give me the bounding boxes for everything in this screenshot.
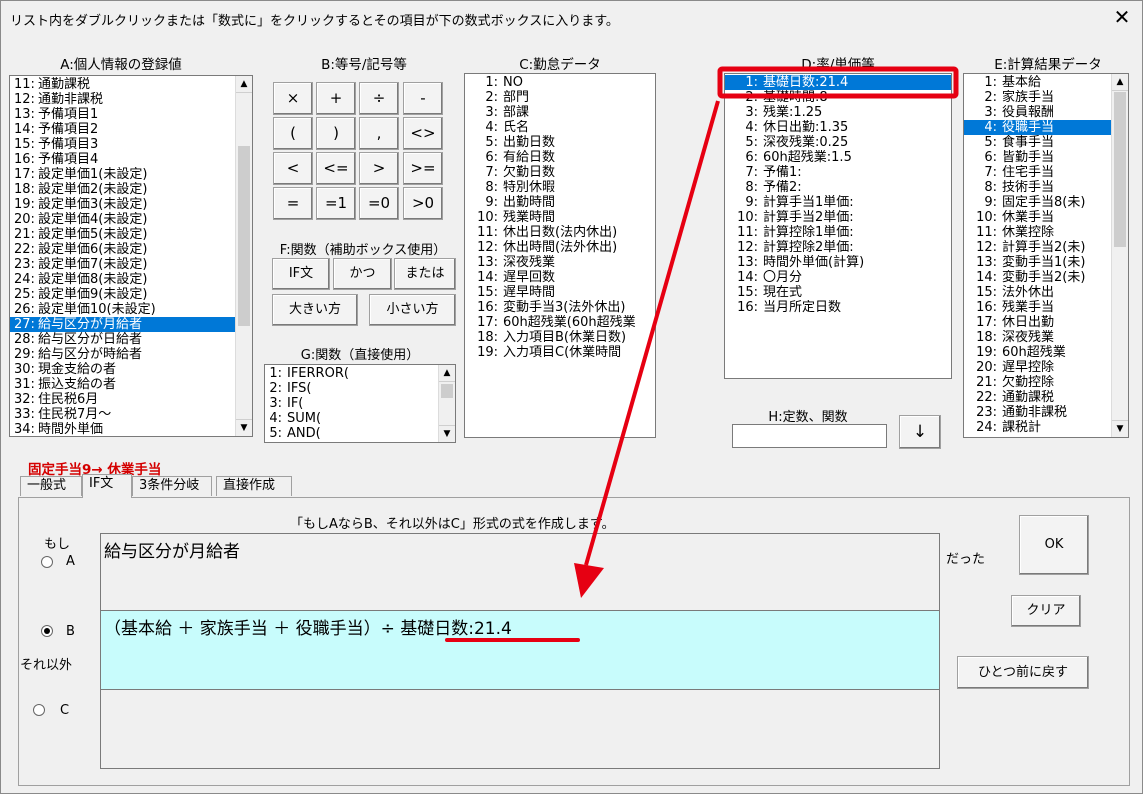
highlight-box	[717, 66, 959, 99]
arrow-head-icon	[574, 563, 604, 598]
arrow-line	[584, 100, 720, 566]
tab-if[interactable]: IF文	[82, 474, 132, 498]
annotation-overlay	[445, 66, 959, 642]
